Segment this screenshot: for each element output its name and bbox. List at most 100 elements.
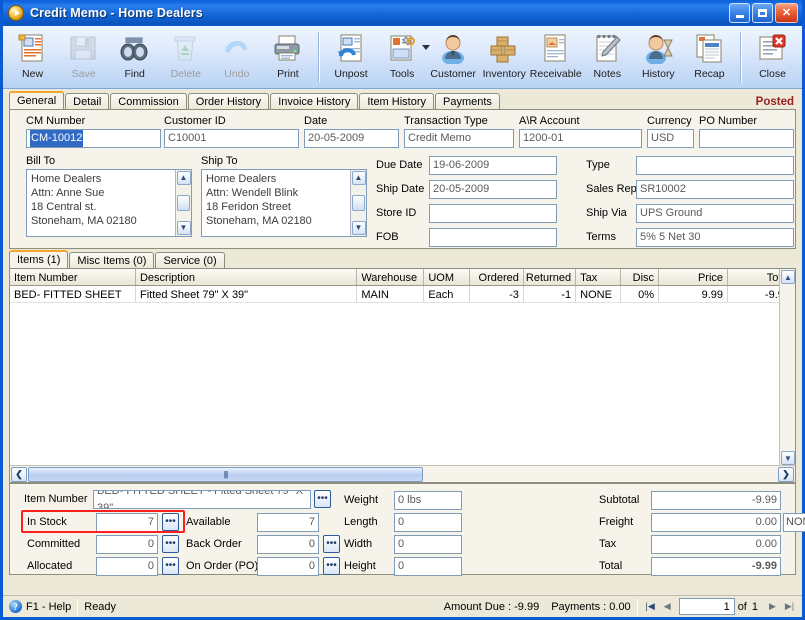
tab-general[interactable]: General xyxy=(9,91,65,109)
store-id-input[interactable] xyxy=(429,204,557,223)
available-input[interactable]: 7 xyxy=(257,513,319,532)
total-value[interactable]: -9.99 xyxy=(651,557,781,576)
toolbar-button-recap[interactable]: Recap xyxy=(684,29,735,86)
terms-input[interactable]: 5% 5 Net 30 xyxy=(636,228,794,247)
scroll-up-icon[interactable]: ▲ xyxy=(176,171,191,185)
toolbar-button-find[interactable]: Find xyxy=(109,29,160,86)
grid-cell-uom[interactable]: Each xyxy=(424,286,470,302)
transaction-type-input[interactable]: Credit Memo xyxy=(404,129,514,148)
customer-id-input[interactable]: C10001 xyxy=(164,129,299,148)
on-order-po-browse-button[interactable]: ••• xyxy=(323,557,340,575)
tax-value[interactable]: 0.00 xyxy=(651,535,781,554)
grid-header-item-number[interactable]: Item Number xyxy=(10,269,136,285)
grid-cell-item-number[interactable]: BED- FITTED SHEET xyxy=(10,286,136,302)
bill-to-scrollbar[interactable]: ▲ ▼ xyxy=(175,170,191,236)
grid-cell-tax[interactable]: NONE xyxy=(576,286,621,302)
toolbar-button-tools[interactable]: Tools xyxy=(377,29,430,86)
subtotal-value[interactable]: -9.99 xyxy=(651,491,781,510)
minimize-button[interactable] xyxy=(729,3,750,23)
line-tab-items[interactable]: Items (1) xyxy=(9,250,69,268)
grid-vertical-scrollbar[interactable]: ▲ ▼ xyxy=(779,269,795,466)
committed-browse-button[interactable]: ••• xyxy=(162,535,179,553)
grid-header-disc[interactable]: Disc xyxy=(621,269,660,285)
sales-rep-input[interactable]: SR10002 xyxy=(636,180,794,199)
grid-header-description[interactable]: Description xyxy=(136,269,358,285)
grid-header-uom[interactable]: UOM xyxy=(424,269,470,285)
back-order-browse-button[interactable]: ••• xyxy=(323,535,340,553)
detail-item-number-input[interactable]: BED- FITTED SHEET - Fitted Sheet 79" X 3… xyxy=(93,490,311,509)
grid-cell-returned[interactable]: -1 xyxy=(524,286,577,302)
width-input[interactable]: 0 xyxy=(394,535,462,554)
bill-to-textarea[interactable]: Home Dealers Attn: Anne Sue 18 Central st.… xyxy=(26,169,192,237)
in-stock-browse-button[interactable]: ••• xyxy=(162,513,179,531)
help-section[interactable]: ? F1 - Help xyxy=(3,596,77,617)
nav-last-icon[interactable]: ▶| xyxy=(781,598,798,615)
grid-header-price[interactable]: Price xyxy=(659,269,728,285)
toolbar-button-close[interactable]: Close xyxy=(747,29,798,86)
grid-scroll-down-icon[interactable]: ▼ xyxy=(781,451,795,465)
grid-cell-price[interactable]: 9.99 xyxy=(659,286,728,302)
back-order-input[interactable]: 0 xyxy=(257,535,319,554)
ar-account-input[interactable]: 1200-01 xyxy=(519,129,642,148)
currency-input[interactable]: USD xyxy=(647,129,694,148)
date-input[interactable]: 20-05-2009 xyxy=(304,129,399,148)
scroll-down-icon[interactable]: ▼ xyxy=(351,221,366,235)
toolbar-button-receivable[interactable]: Receivable xyxy=(530,29,582,86)
page-number-input[interactable]: 1 xyxy=(678,598,735,615)
due-date-input[interactable]: 19-06-2009 xyxy=(429,156,557,175)
nav-prev-icon[interactable]: ◀ xyxy=(659,598,676,615)
length-input[interactable]: 0 xyxy=(394,513,462,532)
on-order-po-input[interactable]: 0 xyxy=(257,557,319,576)
allocated-browse-button[interactable]: ••• xyxy=(162,557,179,575)
close-button[interactable]: ✕ xyxy=(775,3,798,23)
toolbar-button-new[interactable]: New xyxy=(7,29,58,86)
grid-scroll-left-icon[interactable]: ❮ xyxy=(11,466,27,482)
ship-to-scrollbar[interactable]: ▲ ▼ xyxy=(350,170,366,236)
line-tab-service[interactable]: Service (0) xyxy=(155,252,225,268)
type-input[interactable] xyxy=(636,156,794,175)
toolbar-button-customer[interactable]: Customer xyxy=(428,29,479,86)
grid-scroll-right-icon[interactable]: ❯ xyxy=(778,466,794,482)
grid-cell-warehouse[interactable]: MAIN xyxy=(357,286,425,302)
tab-payments[interactable]: Payments xyxy=(435,93,500,109)
scroll-up-icon[interactable]: ▲ xyxy=(351,171,366,185)
tab-commission[interactable]: Commission xyxy=(110,93,187,109)
tab-invoice-history[interactable]: Invoice History xyxy=(270,93,359,109)
grid-header-returned[interactable]: Returned xyxy=(524,269,577,285)
line-tab-misc-items[interactable]: Misc Items (0) xyxy=(69,252,155,268)
detail-item-number-browse-button[interactable]: ••• xyxy=(314,490,331,508)
fob-input[interactable] xyxy=(429,228,557,247)
toolbar-button-unpost[interactable]: Unpost xyxy=(325,29,376,86)
grid-cell-ordered[interactable]: -3 xyxy=(470,286,524,302)
maximize-button[interactable] xyxy=(752,3,773,23)
grid-header-tax[interactable]: Tax xyxy=(576,269,621,285)
grid-scroll-up-icon[interactable]: ▲ xyxy=(781,270,795,284)
scroll-down-icon[interactable]: ▼ xyxy=(176,221,191,235)
grid-cell-description[interactable]: Fitted Sheet 79" X 39" xyxy=(136,286,358,302)
in-stock-input[interactable]: 7 xyxy=(96,513,158,532)
grid-hscroll-thumb[interactable]: |||| xyxy=(28,466,423,482)
tab-order-history[interactable]: Order History xyxy=(187,93,270,109)
toolbar-button-notes[interactable]: Notes xyxy=(582,29,633,86)
grid-horizontal-scrollbar[interactable]: ❮ |||| ❯ xyxy=(10,465,795,482)
grid-header-ordered[interactable]: Ordered xyxy=(470,269,524,285)
nav-next-icon[interactable]: ▶ xyxy=(764,598,781,615)
grid-row[interactable]: BED- FITTED SHEET Fitted Sheet 79" X 39" M… xyxy=(10,286,795,303)
weight-input[interactable]: 0 lbs xyxy=(394,491,462,510)
ship-date-input[interactable]: 20-05-2009 xyxy=(429,180,557,199)
height-input[interactable]: 0 xyxy=(394,557,462,576)
committed-input[interactable]: 0 xyxy=(96,535,158,554)
grid-cell-disc[interactable]: 0% xyxy=(621,286,660,302)
grid-header-warehouse[interactable]: Warehouse xyxy=(357,269,425,285)
tab-item-history[interactable]: Item History xyxy=(359,93,435,109)
tab-detail[interactable]: Detail xyxy=(65,93,110,109)
po-number-input[interactable] xyxy=(699,129,794,148)
toolbar-button-history[interactable]: History xyxy=(633,29,684,86)
freight-tax-code[interactable]: NON xyxy=(783,513,805,532)
cm-number-input[interactable]: CM-10012 xyxy=(26,129,161,148)
toolbar-button-inventory[interactable]: Inventory xyxy=(479,29,530,86)
scroll-thumb[interactable] xyxy=(352,195,365,211)
allocated-input[interactable]: 0 xyxy=(96,557,158,576)
toolbar-button-print[interactable]: Print xyxy=(262,29,313,86)
ship-to-textarea[interactable]: Home Dealers Attn: Wendell Blink 18 Ferido… xyxy=(201,169,367,237)
